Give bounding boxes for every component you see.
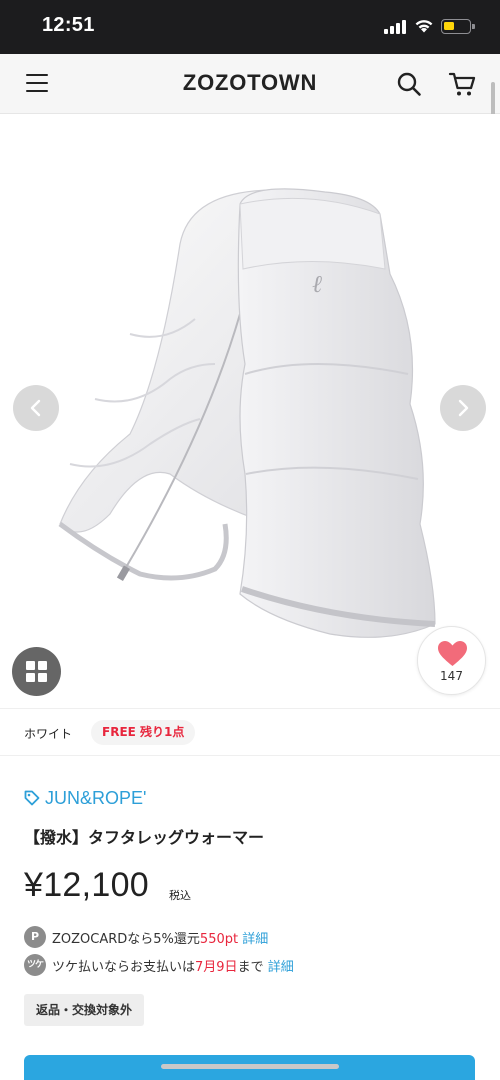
- chevron-right-icon: [458, 399, 469, 417]
- color-name: ホワイト: [24, 727, 73, 741]
- wifi-icon: [415, 20, 433, 33]
- cart-icon[interactable]: [448, 70, 476, 98]
- battery-icon: [441, 19, 475, 34]
- tax-label: 税込: [169, 889, 191, 902]
- size-stock-chip[interactable]: FREE 残り1点: [91, 720, 196, 745]
- heart-icon: [438, 641, 467, 666]
- favorite-count: 147: [440, 669, 463, 683]
- point-badge-icon: P: [24, 926, 46, 948]
- grid-icon: [26, 661, 35, 670]
- tag-icon: [24, 790, 40, 806]
- return-policy-badge: 返品・交換対象外: [24, 994, 145, 1026]
- tsuke-text: ツケ払いならお支払いは: [52, 960, 196, 975]
- site-logo[interactable]: ZOZOTOWN: [0, 70, 500, 96]
- status-time: 12:51: [42, 14, 95, 36]
- zozocard-text: ZOZOCARDなら5%還元: [52, 932, 200, 947]
- tsuke-badge-icon: ツケ: [24, 954, 46, 976]
- image-grid-button[interactable]: [12, 647, 61, 696]
- search-icon[interactable]: [396, 71, 422, 97]
- tsuke-detail-link[interactable]: 詳細: [268, 960, 294, 975]
- tsuke-date: 7月9日: [195, 960, 238, 975]
- prev-image-button[interactable]: [13, 385, 59, 431]
- tsuke-suffix: まで: [237, 960, 264, 975]
- zozocard-detail-link[interactable]: 詳細: [242, 932, 268, 947]
- home-indicator[interactable]: [161, 1064, 339, 1069]
- svg-text:ℓ: ℓ: [312, 270, 322, 298]
- cellular-signal-icon: [384, 20, 408, 34]
- brand-link[interactable]: JUN&ROPE': [45, 788, 146, 809]
- favorite-button[interactable]: 147: [417, 626, 486, 695]
- status-bar: 12:51: [0, 0, 500, 54]
- product-image: ℓ: [58, 188, 436, 638]
- product-image-gallery[interactable]: ℓ 147: [0, 114, 500, 708]
- variant-row: ホワイト FREE 残り1点: [0, 708, 500, 756]
- next-image-button[interactable]: [440, 385, 486, 431]
- product-price: ¥12,100: [24, 866, 150, 904]
- app-header: ZOZOTOWN: [0, 54, 500, 114]
- zozocard-points: 550pt: [199, 932, 239, 947]
- chevron-left-icon: [30, 399, 41, 417]
- product-title: 【撥水】タフタレッグウォーマー: [24, 828, 265, 847]
